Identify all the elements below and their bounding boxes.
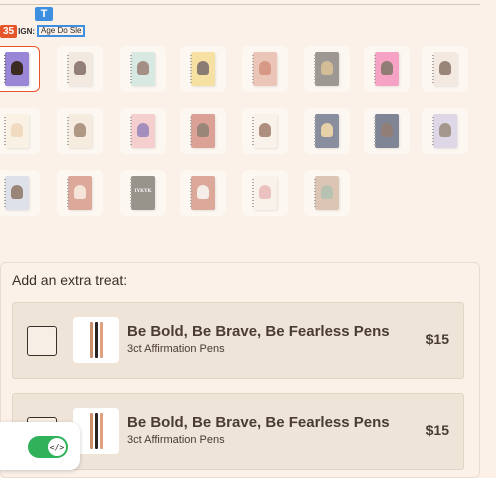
notebook-icon — [190, 52, 215, 86]
pens-image — [73, 317, 119, 363]
design-thumbnail[interactable] — [57, 108, 103, 154]
design-thumbnail[interactable] — [242, 46, 288, 92]
design-thumbnail[interactable] — [304, 108, 350, 154]
notebook-icon: IYKYK — [130, 176, 155, 210]
design-thumbnail[interactable] — [242, 170, 288, 216]
notebook-icon — [374, 52, 399, 86]
product-subtitle: 3ct Affirmation Pens — [127, 343, 225, 355]
notebook-icon — [67, 176, 92, 210]
notebook-icon — [252, 52, 277, 86]
design-thumbnail[interactable] — [57, 46, 103, 92]
notebook-icon — [4, 176, 29, 210]
divider — [0, 4, 480, 5]
notebook-icon — [67, 52, 92, 86]
design-thumbnail[interactable] — [242, 108, 288, 154]
notebook-icon — [432, 114, 457, 148]
design-thumbnail[interactable] — [422, 46, 468, 92]
code-toggle-switch[interactable]: </> — [28, 436, 68, 458]
notebook-icon — [314, 52, 339, 86]
notebook-icon — [130, 52, 155, 86]
design-label: IGN: — [18, 26, 36, 36]
product-price: $15 — [425, 331, 449, 347]
count-badge: 35 — [0, 24, 18, 38]
design-thumbnail[interactable]: IYKYK — [120, 170, 166, 216]
design-thumbnail[interactable] — [304, 46, 350, 92]
notebook-icon — [314, 176, 339, 210]
notebook-icon — [190, 176, 215, 210]
design-thumbnail[interactable] — [120, 46, 166, 92]
design-thumbnail[interactable] — [422, 108, 468, 154]
code-icon: </> — [48, 438, 66, 456]
design-thumbnail[interactable] — [0, 46, 40, 92]
design-thumbnail[interactable] — [180, 170, 226, 216]
notebook-icon — [190, 114, 215, 148]
design-thumbnail[interactable] — [364, 108, 410, 154]
treat-card[interactable]: Be Bold, Be Brave, Be Fearless Pens 3ct … — [12, 302, 464, 379]
design-thumbnail[interactable] — [0, 170, 40, 216]
design-thumbnail[interactable] — [304, 170, 350, 216]
design-thumbnail[interactable] — [180, 108, 226, 154]
design-field: 35 IGN: Age Do Sle — [0, 24, 86, 38]
notebook-icon — [130, 114, 155, 148]
product-name: Be Bold, Be Brave, Be Fearless Pens — [127, 414, 390, 431]
design-thumbnail[interactable] — [57, 170, 103, 216]
design-thumbnail[interactable] — [120, 108, 166, 154]
notebook-icon — [374, 114, 399, 148]
product-price: $15 — [425, 422, 449, 438]
notebook-icon — [252, 176, 277, 210]
design-thumbnail[interactable] — [180, 46, 226, 92]
product-subtitle: 3ct Affirmation Pens — [127, 434, 225, 446]
design-value[interactable]: Age Do Sle — [37, 25, 86, 37]
notebook-icon — [314, 114, 339, 148]
treat-checkbox[interactable] — [27, 326, 57, 356]
extra-treat-title: Add an extra treat: — [12, 272, 128, 288]
design-thumbnail[interactable] — [364, 46, 410, 92]
design-thumbnail[interactable] — [0, 108, 40, 154]
notebook-icon — [4, 52, 29, 86]
notebook-icon — [432, 52, 457, 86]
product-name: Be Bold, Be Brave, Be Fearless Pens — [127, 323, 390, 340]
notebook-icon — [67, 114, 92, 148]
text-tool-marker[interactable]: T — [35, 7, 53, 21]
notebook-icon — [252, 114, 277, 148]
notebook-icon — [4, 114, 29, 148]
dev-toggle-widget: </> — [0, 422, 80, 470]
